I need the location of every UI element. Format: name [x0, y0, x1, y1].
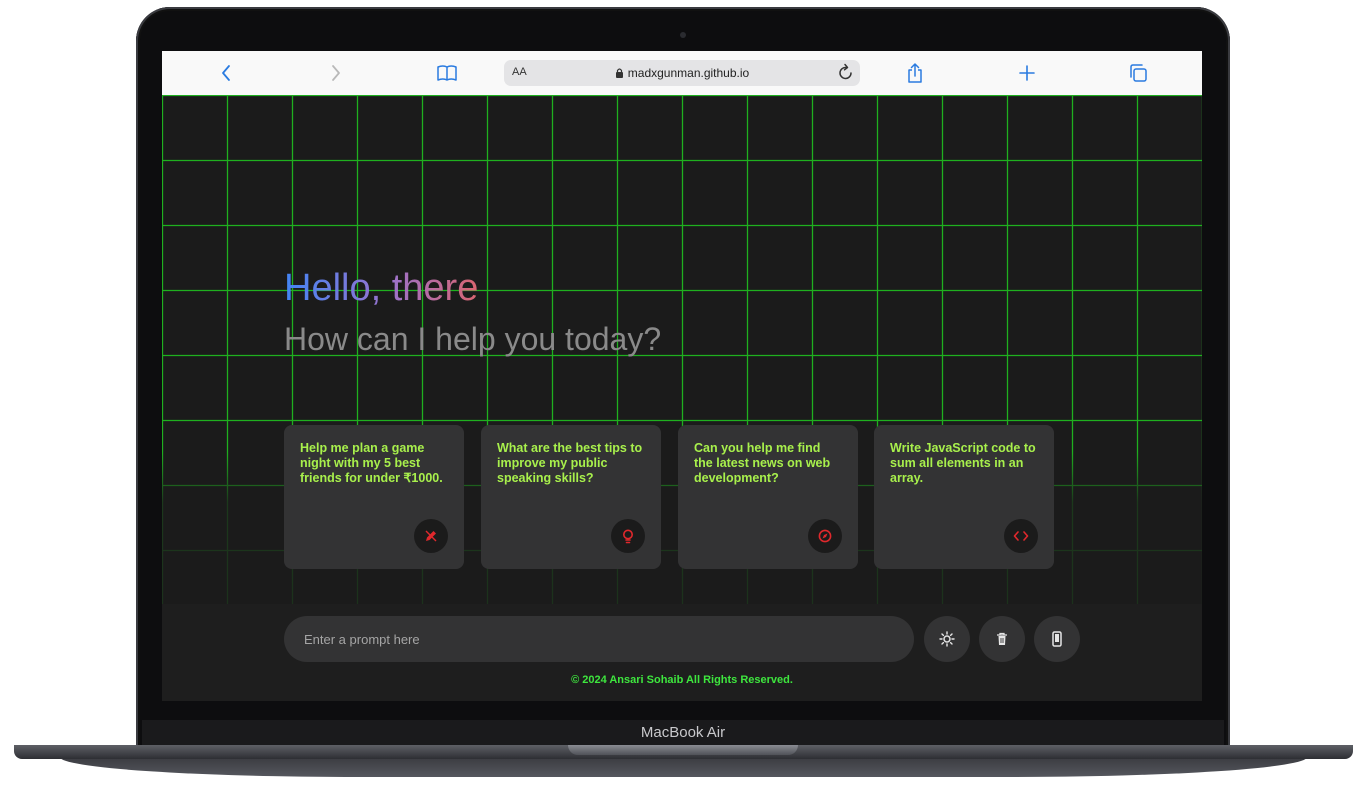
back-button[interactable] [215, 62, 237, 84]
suggestion-text: Can you help me find the latest news on … [694, 441, 831, 485]
url-label: madxgunman.github.io [627, 66, 750, 80]
suggestion-card[interactable]: Can you help me find the latest news on … [678, 425, 858, 569]
reload-button[interactable] [838, 63, 854, 86]
suggestion-card[interactable]: Write JavaScript code to sum all element… [874, 425, 1054, 569]
book-icon [437, 65, 457, 81]
share-button[interactable] [904, 62, 926, 84]
share-icon [908, 63, 922, 83]
delete-chat-button[interactable] [979, 616, 1025, 662]
lightbulb-icon [623, 529, 633, 543]
reader-button[interactable] [436, 62, 458, 84]
camera [680, 32, 686, 38]
prompt-input[interactable] [284, 616, 914, 662]
suggestion-card[interactable]: Help me plan a game night with my 5 best… [284, 425, 464, 569]
suggestion-card[interactable]: What are the best tips to improve my pub… [481, 425, 661, 569]
pencil-icon [425, 530, 437, 542]
suggestion-icon-badge [1004, 519, 1038, 553]
code-icon [1013, 531, 1029, 541]
compass-icon [818, 529, 832, 543]
trash-icon [997, 632, 1007, 645]
chevron-right-icon [332, 65, 340, 81]
laptop-base-bottom [60, 757, 1307, 777]
lock-icon [615, 68, 623, 78]
sun-icon [939, 631, 955, 647]
suggestion-text: Help me plan a game night with my 5 best… [300, 441, 443, 485]
device-mode-button[interactable] [1034, 616, 1080, 662]
greeting-title: Hello, there [284, 267, 479, 309]
tabs-icon [1130, 64, 1147, 82]
theme-toggle-button[interactable] [924, 616, 970, 662]
phone-icon [1052, 631, 1062, 647]
screen: AA madxgunman.github.io Hello, there How… [162, 51, 1202, 701]
prompt-area: © 2024 Ansari Sohaib All Rights Reserved… [162, 604, 1202, 701]
suggestion-text: What are the best tips to improve my pub… [497, 441, 643, 485]
url-text: madxgunman.github.io [504, 66, 860, 80]
plus-icon [1019, 65, 1035, 81]
chevron-left-icon [222, 65, 230, 81]
device-brand-label: MacBook Air [640, 724, 726, 741]
footer-copyright: © 2024 Ansari Sohaib All Rights Reserved… [571, 674, 793, 686]
reload-icon [839, 63, 852, 80]
new-tab-button[interactable] [1016, 62, 1038, 84]
address-bar[interactable]: AA madxgunman.github.io [504, 60, 860, 86]
browser-toolbar: AA madxgunman.github.io [162, 51, 1202, 96]
tabs-button[interactable] [1127, 62, 1149, 84]
suggestion-icon-badge [414, 519, 448, 553]
forward-button[interactable] [325, 62, 347, 84]
laptop-notch [568, 745, 798, 755]
page-content: Hello, there How can I help you today? H… [162, 95, 1202, 604]
suggestion-icon-badge [808, 519, 842, 553]
suggestion-icon-badge [611, 519, 645, 553]
suggestion-text: Write JavaScript code to sum all element… [890, 441, 1036, 485]
greeting-subtitle: How can I help you today? [284, 321, 662, 357]
